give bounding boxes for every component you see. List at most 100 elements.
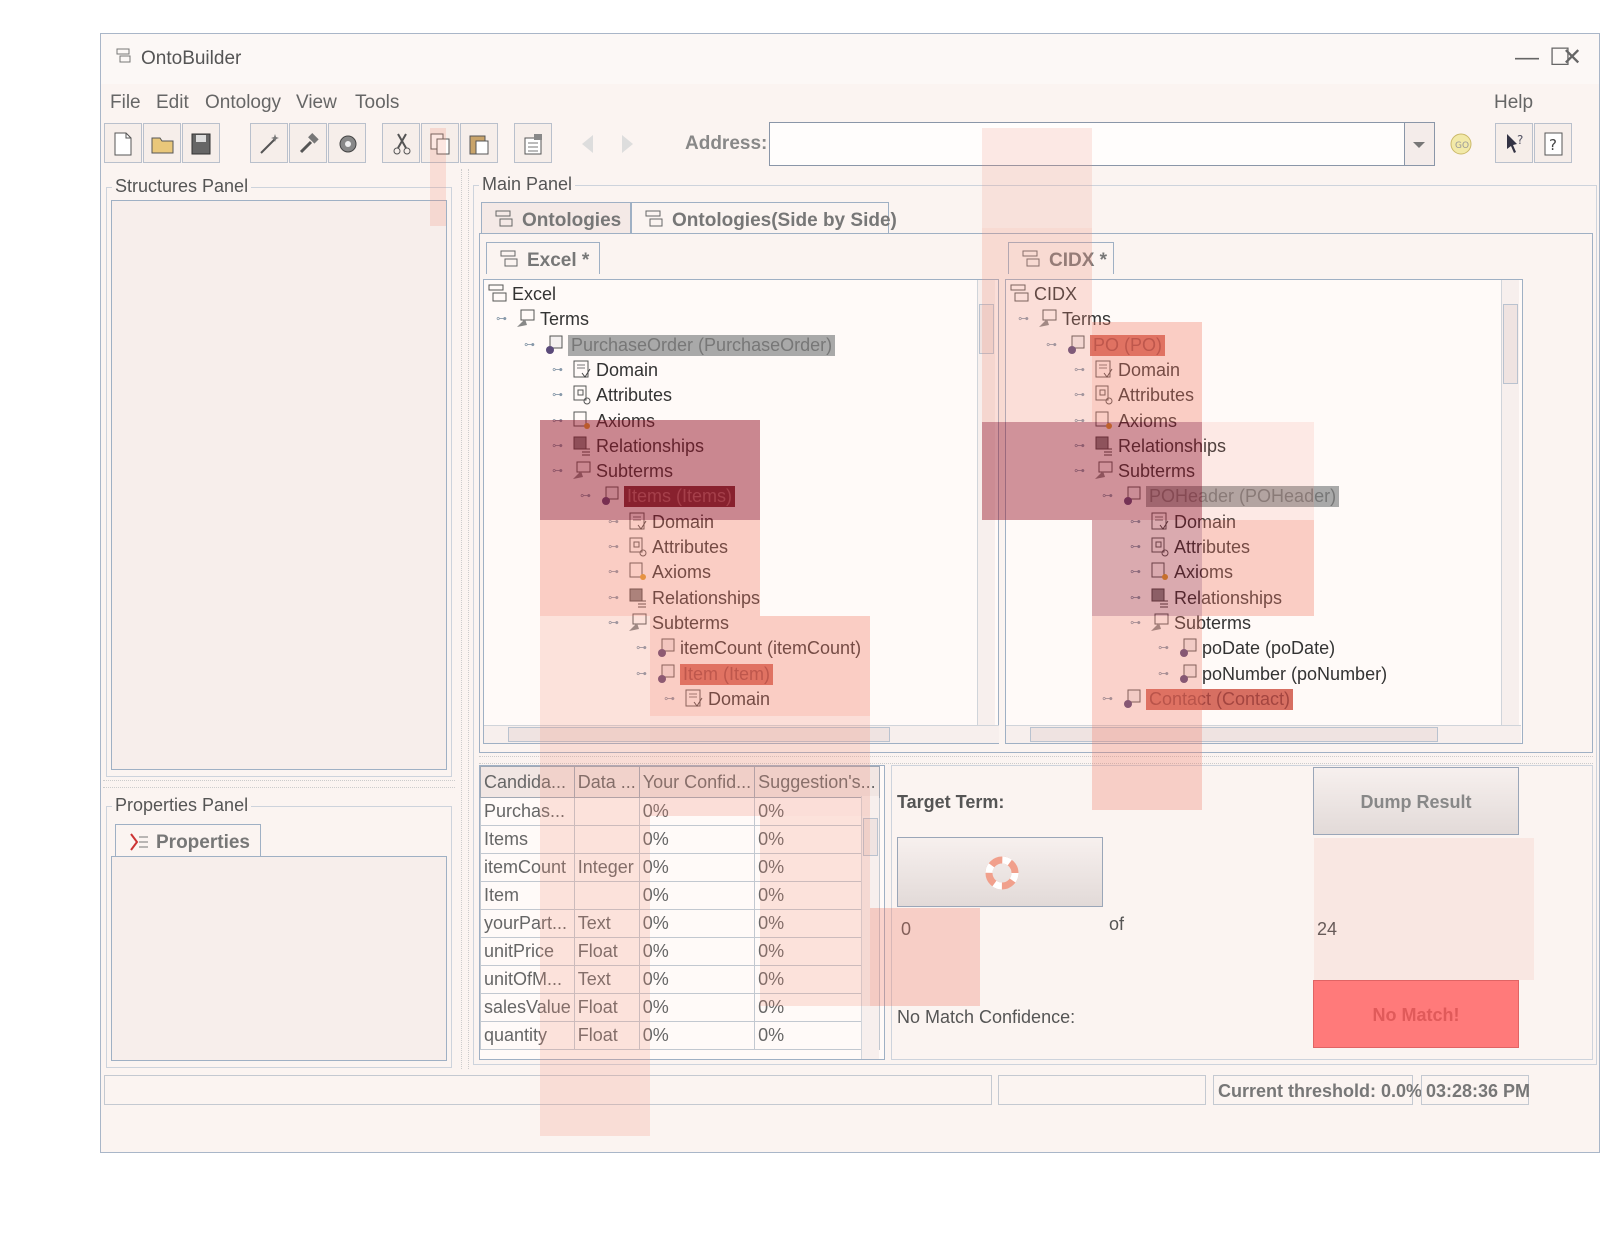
tree-expander-icon[interactable]: ⊶ <box>1158 642 1170 654</box>
tree-expander-icon[interactable]: ⊶ <box>1102 693 1114 705</box>
menu-help[interactable]: Help <box>1494 92 1533 114</box>
menu-view[interactable]: View <box>296 92 337 114</box>
tab-cidx[interactable]: CIDX * <box>1008 242 1114 274</box>
tree-expander-icon[interactable]: ⊶ <box>1074 440 1086 452</box>
tree-expander-icon[interactable]: ⊶ <box>1158 668 1170 680</box>
column-header-candidate[interactable]: Candida... <box>480 766 575 798</box>
table-row[interactable]: Purchas... 0% 0% <box>480 797 880 826</box>
tab-ontologies-side-by-side[interactable]: Ontologies(Side by Side) <box>631 202 897 234</box>
column-header-suggestion[interactable]: Suggestion's... <box>754 766 880 798</box>
tree-node[interactable]: ⊶ Relationships <box>484 434 998 458</box>
forward-button[interactable] <box>607 123 645 163</box>
tree-expander-icon[interactable]: ⊶ <box>552 415 564 427</box>
vertical-splitter[interactable] <box>461 169 469 1069</box>
left-tree-vertical-scrollbar[interactable] <box>977 280 995 725</box>
tree-node[interactable]: ⊶ POHeader (POHeader) <box>1006 484 1522 508</box>
paste-button[interactable] <box>460 123 498 163</box>
tree-expander-icon[interactable]: ⊶ <box>1074 364 1086 376</box>
table-cell[interactable]: 0% <box>638 909 756 938</box>
tree-expander-icon[interactable]: ⊶ <box>1130 541 1142 553</box>
scroll-thumb[interactable] <box>863 818 878 856</box>
tree-node[interactable]: ⊶ Relationships <box>484 586 998 610</box>
tree-node[interactable]: ⊶ Attributes <box>484 383 998 407</box>
help-button[interactable]: ? <box>1534 123 1572 163</box>
tree-node[interactable]: ⊶ Attributes <box>1006 535 1522 559</box>
tree-expander-icon[interactable]: ⊶ <box>1074 465 1086 477</box>
tree-expander-icon[interactable]: ⊶ <box>1074 415 1086 427</box>
tab-excel[interactable]: Excel * <box>486 242 600 274</box>
copy-button[interactable] <box>421 123 459 163</box>
tree-node[interactable]: ⊶ poDate (poDate) <box>1006 636 1522 660</box>
table-row[interactable]: itemCount Integer 0% 0% <box>480 853 880 882</box>
tree-expander-icon[interactable]: ⊶ <box>608 541 620 553</box>
tree-expander-icon[interactable]: ⊶ <box>608 566 620 578</box>
tree-expander-icon[interactable]: ⊶ <box>608 617 620 629</box>
scroll-thumb[interactable] <box>508 727 890 742</box>
menu-file[interactable]: File <box>110 92 141 114</box>
tree-node[interactable]: ⊶ poNumber (poNumber) <box>1006 662 1522 686</box>
table-row[interactable]: Item 0% 0% <box>480 881 880 910</box>
tree-node[interactable]: ⊶ Domain <box>484 510 998 534</box>
tree-expander-icon[interactable]: ⊶ <box>1074 389 1086 401</box>
tree-node[interactable]: ⊶ Attributes <box>484 535 998 559</box>
tree-node[interactable]: Excel <box>484 282 998 306</box>
tree-node[interactable]: ⊶ Axioms <box>1006 409 1522 433</box>
tree-expander-icon[interactable]: ⊶ <box>1130 516 1142 528</box>
table-cell[interactable]: 0% <box>638 853 756 882</box>
properties-button[interactable] <box>514 123 552 163</box>
whats-this-button[interactable]: ? <box>1495 123 1533 163</box>
tree-expander-icon[interactable]: ⊶ <box>580 490 592 502</box>
hammer-button[interactable] <box>289 123 327 163</box>
tree-expander-icon[interactable]: ⊶ <box>552 364 564 376</box>
menu-ontology[interactable]: Ontology <box>205 92 281 114</box>
table-vertical-scrollbar[interactable] <box>861 796 879 1059</box>
tree-expander-icon[interactable]: ⊶ <box>1130 566 1142 578</box>
back-button[interactable] <box>568 123 606 163</box>
table-row[interactable]: salesValue Float 0% 0% <box>480 993 880 1022</box>
tree-node[interactable]: ⊶ Axioms <box>1006 560 1522 584</box>
open-button[interactable] <box>143 123 181 163</box>
menu-tools[interactable]: Tools <box>355 92 399 114</box>
table-row[interactable]: unitPrice Float 0% 0% <box>480 937 880 966</box>
tree-node[interactable]: CIDX <box>1006 282 1522 306</box>
table-cell[interactable]: 0% <box>638 825 756 854</box>
tree-expander-icon[interactable]: ⊶ <box>636 668 648 680</box>
tree-node[interactable]: ⊶ Subterms <box>484 611 998 635</box>
table-row[interactable]: yourPart... Text 0% 0% <box>480 909 880 938</box>
gear-button[interactable] <box>328 123 366 163</box>
tree-node[interactable]: ⊶ Contact (Contact) <box>1006 687 1522 711</box>
tree-node[interactable]: ⊶ Domain <box>484 687 998 711</box>
tree-expander-icon[interactable]: ⊶ <box>664 693 676 705</box>
tree-node[interactable]: ⊶ itemCount (itemCount) <box>484 636 998 660</box>
lifebuoy-button[interactable] <box>897 837 1103 907</box>
tree-node[interactable]: ⊶ Domain <box>1006 358 1522 382</box>
address-dropdown-button[interactable] <box>1405 122 1435 166</box>
main-splitter[interactable] <box>479 756 1593 764</box>
wand-button[interactable] <box>250 123 288 163</box>
tree-node[interactable]: ⊶ Terms <box>1006 307 1522 331</box>
table-row[interactable]: Items 0% 0% <box>480 825 880 854</box>
tree-node[interactable]: ⊶ Axioms <box>484 560 998 584</box>
left-tree-horizontal-scrollbar[interactable] <box>484 725 999 743</box>
tree-expander-icon[interactable]: ⊶ <box>1130 592 1142 604</box>
column-header-data-type[interactable]: Data ... <box>573 766 640 798</box>
right-ontology-tree[interactable]: CIDX ⊶ Terms ⊶ PO (PO) ⊶ Domain ⊶ Attributes ⊶ Axi… <box>1005 279 1523 744</box>
tree-node[interactable]: ⊶ Domain <box>484 358 998 382</box>
tree-expander-icon[interactable]: ⊶ <box>552 465 564 477</box>
table-row[interactable]: unitOfM... Text 0% 0% <box>480 965 880 994</box>
tree-node[interactable]: ⊶ Domain <box>1006 510 1522 534</box>
scroll-thumb[interactable] <box>1030 727 1438 742</box>
tree-expander-icon[interactable]: ⊶ <box>524 339 536 351</box>
tree-expander-icon[interactable]: ⊶ <box>552 440 564 452</box>
tree-expander-icon[interactable]: ⊶ <box>1046 339 1058 351</box>
tree-expander-icon[interactable]: ⊶ <box>1130 617 1142 629</box>
table-cell[interactable]: 0% <box>638 937 756 966</box>
right-tree-horizontal-scrollbar[interactable] <box>1006 725 1521 743</box>
tree-expander-icon[interactable]: ⊶ <box>608 592 620 604</box>
panel-splitter[interactable] <box>103 780 455 788</box>
tree-expander-icon[interactable]: ⊶ <box>552 389 564 401</box>
dump-result-button[interactable]: Dump Result <box>1313 767 1519 835</box>
tree-node[interactable]: ⊶ PO (PO) <box>1006 333 1522 357</box>
tree-expander-icon[interactable]: ⊶ <box>636 642 648 654</box>
tree-expander-icon[interactable]: ⊶ <box>608 516 620 528</box>
